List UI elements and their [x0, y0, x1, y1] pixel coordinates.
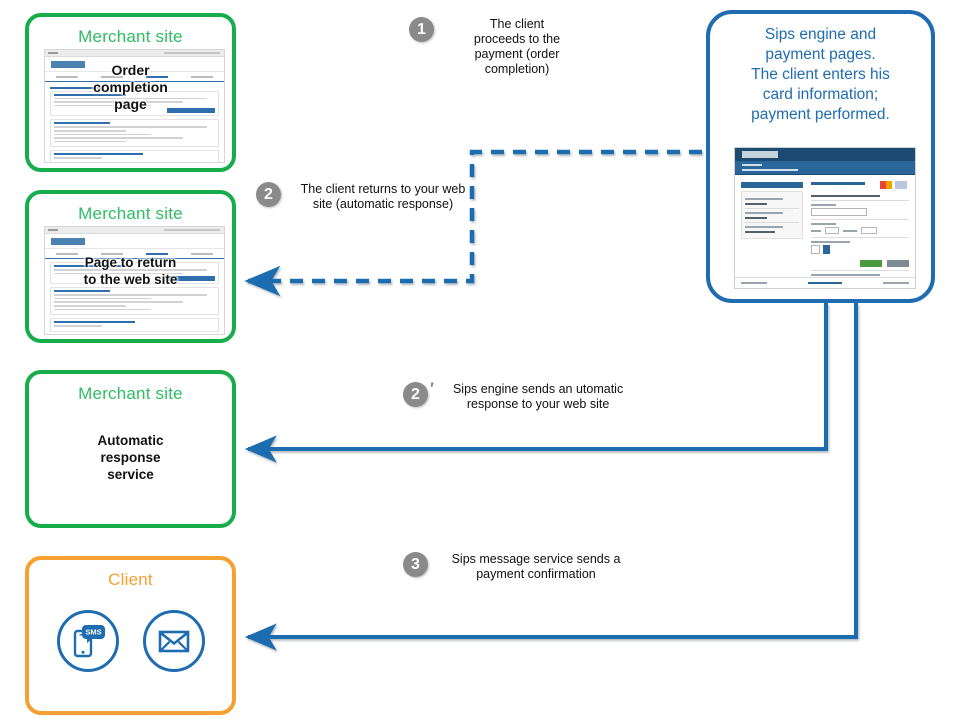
arrow-step-2: [244, 149, 702, 297]
visa-logo-icon: [895, 181, 907, 189]
step-text-line: proceeds to the: [473, 32, 561, 46]
step-badge-3: 3: [403, 552, 428, 577]
node-client: Client SMS: [25, 556, 236, 715]
step-text-line: response to your web site: [466, 397, 610, 411]
step-badge-prime-mark: ′: [430, 379, 435, 398]
sms-icon-label: SMS: [85, 628, 101, 637]
envelope-icon: [142, 610, 205, 672]
arrow-step-3: [244, 303, 858, 651]
step-text-2: The client returns to your web site (aut…: [285, 182, 481, 212]
sms-phone-icon: SMS: [56, 610, 119, 672]
step-text-line: payment (order: [474, 47, 560, 61]
sips-payment-page-screenshot: [734, 147, 916, 289]
node-title-merchant-return: Merchant site: [78, 204, 183, 223]
node-merchant-automatic-response: Merchant site Automatic response service: [25, 370, 236, 528]
sips-title-line: payment pages.: [765, 46, 876, 63]
arrow-step-2-prime: [244, 303, 828, 463]
step-badge-2-prime: 2: [403, 382, 428, 407]
sips-title-line: Sips engine and: [764, 26, 877, 43]
step-text-line: payment confirmation: [476, 567, 596, 581]
sips-title-line: The client enters his: [751, 66, 890, 83]
node-title-client: Client: [108, 570, 153, 589]
step-text-3: Sips message service sends a payment con…: [436, 552, 636, 582]
step-text-line: The client returns to your web: [300, 182, 466, 196]
sips-engine-title: Sips engine and payment pages. The clien…: [722, 25, 919, 125]
step-text-line: site (automatic response): [312, 197, 454, 211]
step-label-3: 3 Sips message service sends a payment c…: [403, 552, 653, 582]
sips-title-line: card information;: [762, 86, 879, 103]
caption-line: service: [107, 467, 154, 482]
step-text-line: completion): [484, 62, 550, 76]
step-text-line: The client: [489, 17, 545, 31]
diagram-canvas: Merchant site Order completion page Merc…: [0, 0, 960, 720]
step-text-line: Sips message service sends a: [451, 552, 621, 566]
step-badge-1: 1: [409, 17, 434, 42]
step-badge-2: 2: [256, 182, 281, 207]
merchant-auto-caption: Automatic response service: [29, 432, 232, 483]
merchant-order-page-screenshot: [44, 49, 225, 163]
node-title-merchant-order: Merchant site: [78, 27, 183, 46]
step-text-2-prime: Sips engine sends an utomatic response t…: [438, 382, 638, 412]
node-title-merchant-auto: Merchant site: [78, 384, 183, 403]
node-merchant-return-page: Merchant site Page to return to the web …: [25, 190, 236, 343]
node-merchant-order-completion: Merchant site Order completion page: [25, 13, 236, 172]
caption-line: response: [100, 450, 161, 465]
step-label-1: 1 The client proceeds to the payment (or…: [409, 17, 609, 77]
merchant-return-page-screenshot: [44, 226, 225, 335]
node-sips-engine: Sips engine and payment pages. The clien…: [706, 10, 935, 303]
step-label-2: 2 The client returns to your web site (a…: [256, 182, 486, 212]
caption-line: Automatic: [97, 433, 164, 448]
sips-title-line: payment performed.: [751, 106, 890, 123]
step-label-2-prime: 2 ′ Sips engine sends an utomatic respon…: [403, 379, 653, 412]
mastercard-logo-icon: [880, 181, 892, 189]
step-text-line: Sips engine sends an utomatic: [452, 382, 624, 396]
client-icon-group: SMS: [29, 610, 232, 672]
step-text-1: The client proceeds to the payment (orde…: [442, 17, 592, 77]
